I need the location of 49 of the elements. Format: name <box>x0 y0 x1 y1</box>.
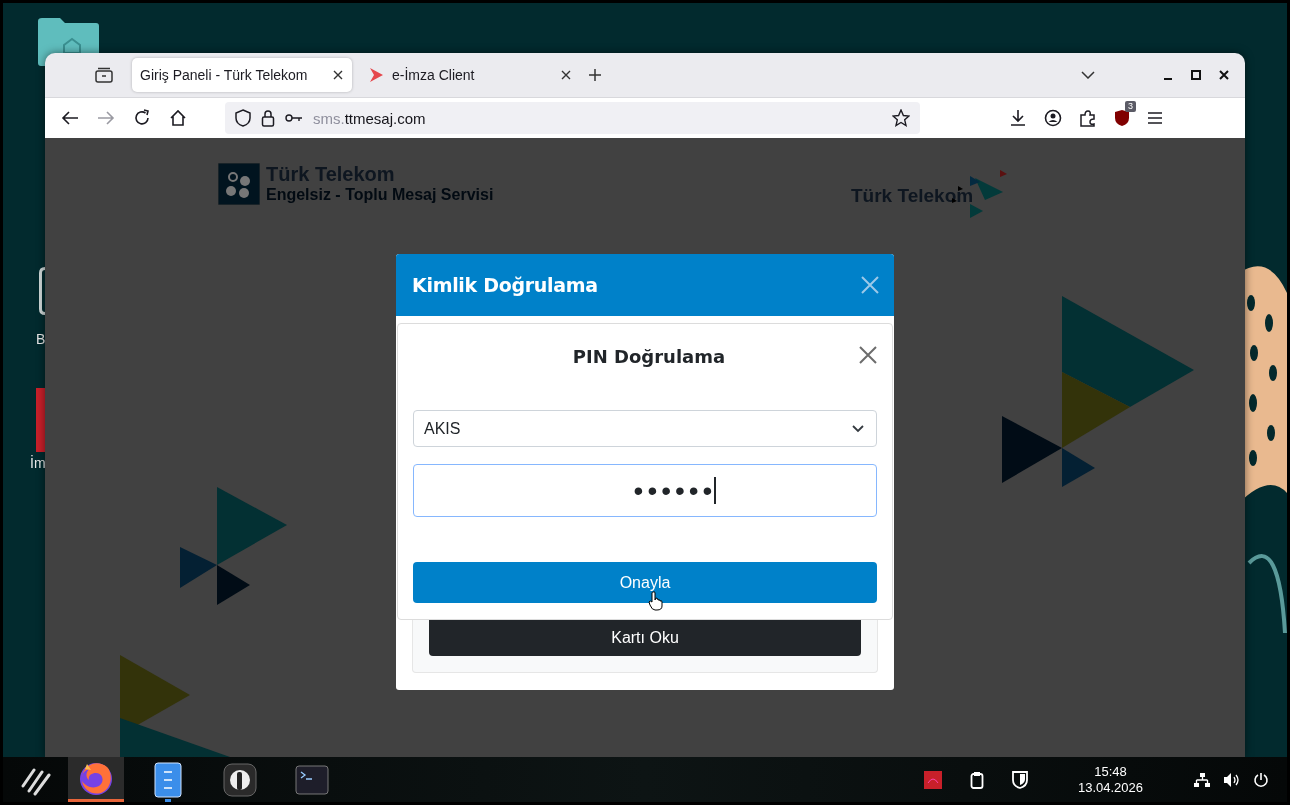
tab-overflow-chevron-icon[interactable] <box>1081 71 1095 79</box>
address-bar[interactable]: sms.ttmesaj.com <box>225 102 920 134</box>
power-icon[interactable] <box>1253 771 1269 788</box>
blocked-count-badge: 3 <box>1125 101 1136 112</box>
modal-title: Kimlik Doğrulama <box>412 274 598 296</box>
shield-icon[interactable] <box>235 109 251 127</box>
bookmark-star-icon[interactable] <box>892 109 910 127</box>
reload-icon[interactable] <box>133 109 151 127</box>
signature-app-icon[interactable] <box>923 770 942 789</box>
shield-badge-icon[interactable] <box>1114 109 1130 127</box>
device-icon[interactable] <box>39 267 45 315</box>
clock-time: 15:48 <box>1094 763 1127 780</box>
menu-icon[interactable] <box>1147 111 1163 125</box>
read-card-button[interactable]: Kartı Oku <box>429 620 861 656</box>
maximize-icon[interactable] <box>1189 68 1203 82</box>
browser-tab[interactable]: Giriş Paneli - Türk Telekom <box>132 58 352 92</box>
confirm-button[interactable]: Onayla <box>413 562 877 603</box>
clock-date: 13.04.2026 <box>1077 779 1143 796</box>
file-manager-icon[interactable] <box>154 761 182 798</box>
password-manager-icon[interactable] <box>223 762 257 797</box>
terminal-icon[interactable] <box>295 764 329 795</box>
close-tab-icon[interactable] <box>560 69 572 81</box>
close-tab-icon[interactable] <box>332 69 344 81</box>
url-text: sms.ttmesaj.com <box>313 109 427 127</box>
hand-cursor-icon <box>648 591 664 611</box>
forward-arrow-icon[interactable] <box>97 110 115 126</box>
key-icon[interactable] <box>285 113 303 123</box>
lock-icon[interactable] <box>261 109 275 127</box>
puzzle-piece-icon[interactable] <box>1079 109 1097 127</box>
clipboard-icon[interactable] <box>969 770 984 789</box>
browser-tab[interactable]: e-İmza Client <box>360 58 580 92</box>
service-subtitle: Engelsiz - Toplu Mesaj Servisi <box>266 185 494 205</box>
chevron-down-icon <box>852 424 864 433</box>
new-tab-icon[interactable] <box>588 68 602 82</box>
volume-icon[interactable] <box>1223 771 1241 788</box>
pin-field[interactable]: •••••• <box>413 464 877 517</box>
download-icon[interactable] <box>1009 109 1027 127</box>
home-icon[interactable] <box>169 109 187 127</box>
desktop-icon-label: B <box>36 331 46 347</box>
tab-list-icon[interactable] <box>95 67 113 83</box>
desktop-icon-label: İm <box>30 455 46 471</box>
network-icon[interactable] <box>1193 771 1211 788</box>
back-arrow-icon[interactable] <box>61 110 79 126</box>
card-reader-select[interactable]: AKIS <box>413 410 877 447</box>
company-logo-icon <box>218 163 260 205</box>
close-icon[interactable] <box>1217 68 1231 82</box>
dialog-title: PIN Doğrulama <box>572 345 726 367</box>
account-icon[interactable] <box>1044 109 1062 127</box>
play-logo-icon <box>368 67 384 83</box>
